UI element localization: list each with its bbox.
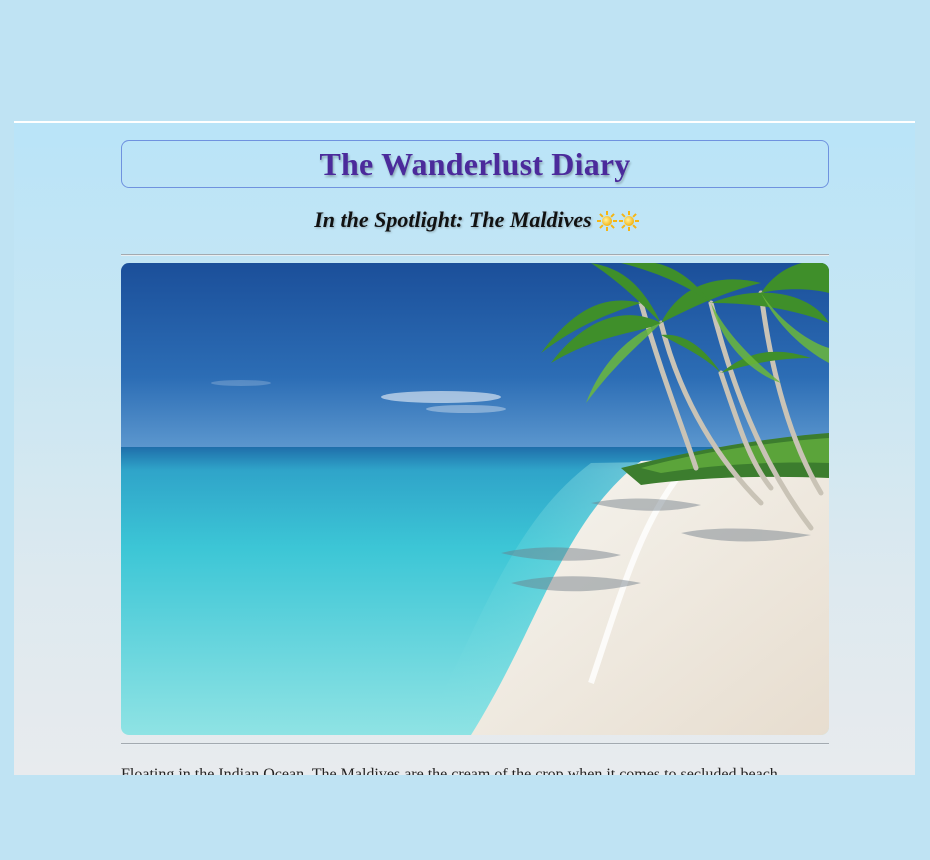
sun-icon bbox=[618, 211, 639, 231]
title-box: The Wanderlust Diary bbox=[121, 140, 829, 188]
spotlight-heading-row: In the Spotlight: The Maldives bbox=[121, 207, 829, 233]
bottom-divider bbox=[121, 743, 829, 745]
diary-page: The Wanderlust Diary In the Spotlight: T… bbox=[14, 121, 915, 775]
spotlight-heading: In the Spotlight: The Maldives bbox=[314, 207, 592, 232]
article-intro: Floating in the Indian Ocean, The Maldiv… bbox=[121, 766, 778, 775]
sun-icon bbox=[596, 211, 617, 231]
beach-photo bbox=[121, 263, 829, 735]
page-title: The Wanderlust Diary bbox=[319, 145, 631, 182]
top-divider bbox=[121, 254, 829, 256]
